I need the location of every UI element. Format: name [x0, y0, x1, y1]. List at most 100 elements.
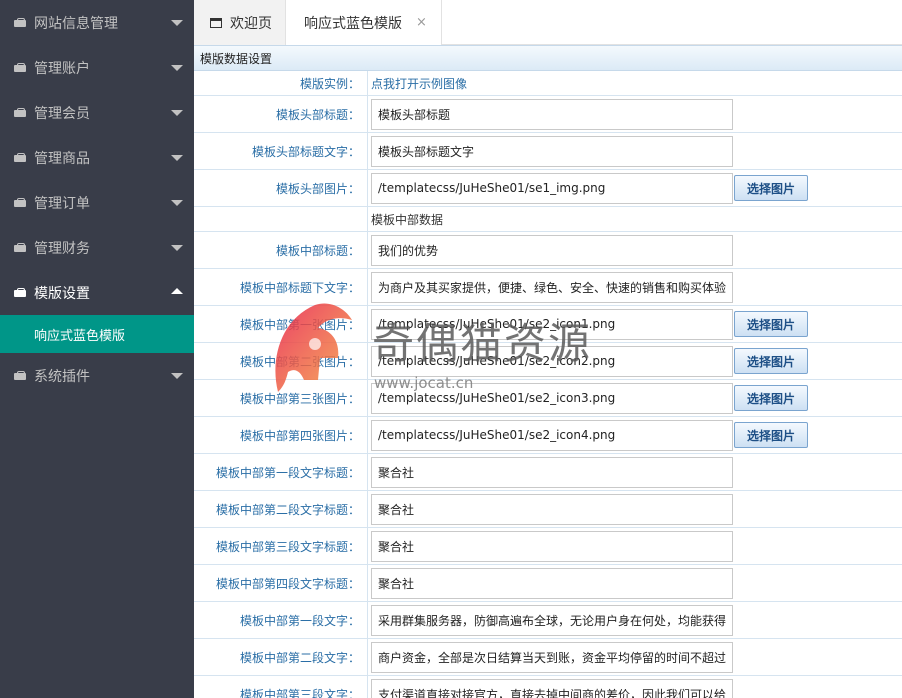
chevron-up-icon [171, 288, 183, 294]
middle-subtitle-input[interactable]: 为商户及其买家提供，便捷、绿色、安全、快速的销售和购买体验 [371, 271, 733, 303]
form-row: 模板中部第三张图片： /templatecss/JuHeShe01/se2_ic… [194, 380, 902, 417]
form-row: 模板中部第三段文字： 支付渠道直接对接官方，直接去掉中间商的差价，因此我们可以给 [194, 676, 902, 698]
panel-title: 模版数据设置 [194, 45, 902, 71]
form-row: 模版实例： 点我打开示例图像 [194, 71, 902, 96]
field-label: 模板中部第三段文字标题： [194, 528, 367, 564]
middle-image-4-input[interactable]: /templatecss/JuHeShe01/se2_icon4.png [371, 419, 733, 451]
sidebar-item-plugins[interactable]: 系统插件 [0, 353, 194, 398]
tab-responsive-blue[interactable]: 响应式蓝色模版 × [286, 0, 442, 45]
window-icon [210, 17, 222, 28]
field-label: 模板中部第四张图片： [194, 417, 367, 453]
sidebar-item-label: 管理订单 [34, 195, 90, 212]
choose-image-button[interactable]: 选择图片 [734, 175, 808, 201]
close-icon[interactable]: × [416, 15, 427, 30]
form-row: 模板中部标题下文字： 为商户及其买家提供，便捷、绿色、安全、快速的销售和购买体验 [194, 269, 902, 306]
section-3-text-input[interactable]: 支付渠道直接对接官方，直接去掉中间商的差价，因此我们可以给 [371, 678, 733, 698]
chevron-down-icon [171, 110, 183, 116]
section-1-title-input[interactable]: 聚合社 [371, 456, 733, 488]
form-row: 模板头部图片： /templatecss/JuHeShe01/se1_img.p… [194, 170, 902, 207]
middle-image-1-input[interactable]: /templatecss/JuHeShe01/se2_icon1.png [371, 308, 733, 340]
field-label: 模板中部第二段文字： [194, 639, 367, 675]
form-row: 模板中部第二张图片： /templatecss/JuHeShe01/se2_ic… [194, 343, 902, 380]
chevron-down-icon [171, 65, 183, 71]
sidebar-item-label: 管理会员 [34, 105, 90, 122]
choose-image-button[interactable]: 选择图片 [734, 385, 808, 411]
section-1-text-input[interactable]: 采用群集服务器，防御高遍布全球，无论用户身在何处，均能获得 [371, 604, 733, 636]
field-label: 模板中部第三段文字： [194, 676, 367, 698]
section-row: 模板中部数据 [194, 207, 902, 232]
field-label [194, 207, 367, 231]
chevron-down-icon [171, 200, 183, 206]
form-row: 模板中部第一张图片： /templatecss/JuHeShe01/se2_ic… [194, 306, 902, 343]
tab-label: 欢迎页 [230, 15, 272, 32]
field-label: 模板中部标题下文字： [194, 269, 367, 305]
field-label: 模板中部标题： [194, 232, 367, 268]
sidebar-item-label: 系统插件 [34, 368, 90, 385]
module-icon [14, 370, 28, 381]
form-row: 模板中部标题： 我们的优势 [194, 232, 902, 269]
chevron-down-icon [171, 155, 183, 161]
module-icon [14, 242, 28, 253]
section-3-title-input[interactable]: 聚合社 [371, 530, 733, 562]
form-row: 模板中部第四张图片： /templatecss/JuHeShe01/se2_ic… [194, 417, 902, 454]
sidebar-item-label: 管理财务 [34, 240, 90, 257]
choose-image-button[interactable]: 选择图片 [734, 311, 808, 337]
content-area: 模版数据设置 模版实例： 点我打开示例图像 模板头部标题： 模板头部标题 模板头… [194, 45, 902, 698]
header-subtitle-input[interactable]: 模板头部标题文字 [371, 135, 733, 167]
field-label: 模板中部第四段文字标题： [194, 565, 367, 601]
module-icon [14, 17, 28, 28]
section-2-title-input[interactable]: 聚合社 [371, 493, 733, 525]
section-2-text-input[interactable]: 商户资金，全部是次日结算当天到账，资金平均停留的时间不超过 [371, 641, 733, 673]
sidebar-subitem-responsive-blue[interactable]: 响应式蓝色模版 [0, 315, 194, 353]
module-icon [14, 152, 28, 163]
form-row: 模板中部第三段文字标题： 聚合社 [194, 528, 902, 565]
form-row: 模板中部第四段文字标题： 聚合社 [194, 565, 902, 602]
module-icon [14, 107, 28, 118]
sidebar: 网站信息管理 管理账户 管理会员 管理商品 管理订单 管理财务 模版设置 响应式… [0, 0, 194, 698]
form-row: 模板中部第二段文字： 商户资金，全部是次日结算当天到账，资金平均停留的时间不超过 [194, 639, 902, 676]
field-label: 模板头部标题： [194, 96, 367, 132]
middle-image-2-input[interactable]: /templatecss/JuHeShe01/se2_icon2.png [371, 345, 733, 377]
header-image-input[interactable]: /templatecss/JuHeShe01/se1_img.png [371, 172, 733, 204]
field-label: 模板头部标题文字： [194, 133, 367, 169]
section-heading: 模板中部数据 [371, 212, 444, 227]
sidebar-item-site-info[interactable]: 网站信息管理 [0, 0, 194, 45]
sidebar-item-templates[interactable]: 模版设置 [0, 270, 194, 315]
sidebar-item-label: 管理商品 [34, 150, 90, 167]
choose-image-button[interactable]: 选择图片 [734, 422, 808, 448]
sidebar-item-label: 管理账户 [34, 60, 90, 77]
sidebar-item-accounts[interactable]: 管理账户 [0, 45, 194, 90]
tab-bar: 欢迎页 响应式蓝色模版 × [194, 0, 902, 45]
chevron-down-icon [171, 373, 183, 379]
tab-label: 响应式蓝色模版 [304, 15, 402, 32]
module-icon [14, 197, 28, 208]
module-icon [14, 287, 28, 298]
middle-title-input[interactable]: 我们的优势 [371, 234, 733, 266]
field-label: 模板头部图片： [194, 170, 367, 206]
section-4-title-input[interactable]: 聚合社 [371, 567, 733, 599]
sidebar-item-orders[interactable]: 管理订单 [0, 180, 194, 225]
sidebar-item-members[interactable]: 管理会员 [0, 90, 194, 135]
field-label: 模版实例： [194, 71, 367, 95]
form-row: 模板头部标题： 模板头部标题 [194, 96, 902, 133]
chevron-down-icon [171, 20, 183, 26]
sidebar-item-finance[interactable]: 管理财务 [0, 225, 194, 270]
sidebar-item-label: 网站信息管理 [34, 15, 118, 32]
field-label: 模板中部第二段文字标题： [194, 491, 367, 527]
sidebar-item-products[interactable]: 管理商品 [0, 135, 194, 180]
choose-image-button[interactable]: 选择图片 [734, 348, 808, 374]
field-label: 模板中部第一段文字： [194, 602, 367, 638]
field-label: 模板中部第一段文字标题： [194, 454, 367, 490]
tab-welcome[interactable]: 欢迎页 [194, 0, 286, 45]
header-title-input[interactable]: 模板头部标题 [371, 98, 733, 130]
middle-image-3-input[interactable]: /templatecss/JuHeShe01/se2_icon3.png [371, 382, 733, 414]
sidebar-item-label: 模版设置 [34, 285, 90, 302]
form-row: 模板中部第一段文字标题： 聚合社 [194, 454, 902, 491]
module-icon [14, 62, 28, 73]
field-label: 模板中部第二张图片： [194, 343, 367, 379]
form-row: 模板中部第二段文字标题： 聚合社 [194, 491, 902, 528]
field-label: 模板中部第一张图片： [194, 306, 367, 342]
field-label: 模板中部第三张图片： [194, 380, 367, 416]
chevron-down-icon [171, 245, 183, 251]
sample-image-link[interactable]: 点我打开示例图像 [371, 75, 467, 92]
